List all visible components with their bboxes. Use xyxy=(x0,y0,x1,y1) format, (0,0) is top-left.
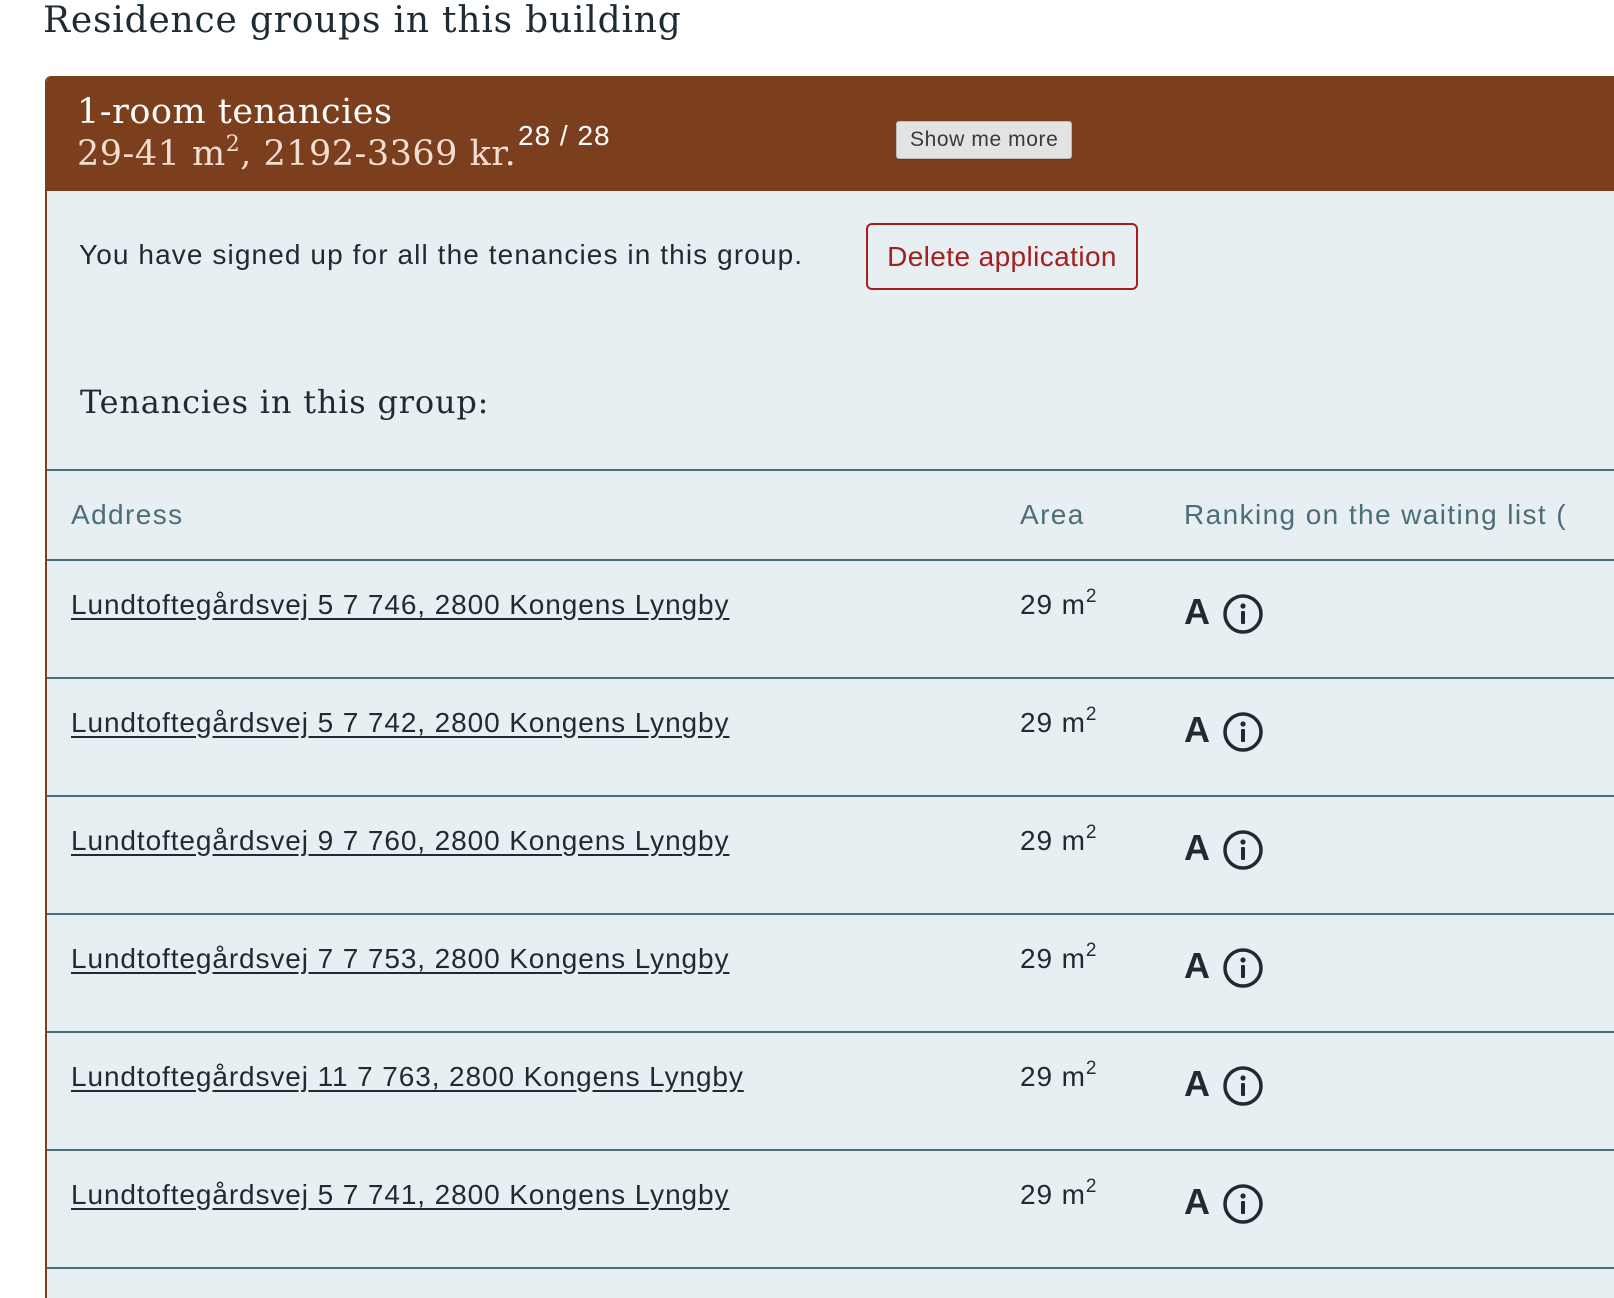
tenancy-area: 29 m2 xyxy=(1020,1058,1098,1093)
tenancy-address-link[interactable]: Lundtoftegårdsvej 5 7 741, 2800 Kongens … xyxy=(71,1179,729,1211)
tenancy-area-sup: 2 xyxy=(1085,1058,1098,1079)
ranking-value: A xyxy=(1184,709,1210,750)
tenancies-heading: Tenancies in this group: xyxy=(80,383,490,421)
tenancies-table: Address Area Ranking on the waiting list… xyxy=(47,469,1614,1269)
group-subtitle-size: 29-41 m xyxy=(77,134,226,174)
ranking-value: A xyxy=(1184,945,1210,986)
table-row: Lundtoftegårdsvej 5 7 742, 2800 Kongens … xyxy=(47,679,1614,797)
table-row: Lundtoftegårdsvej 11 7 763, 2800 Kongens… xyxy=(47,1033,1614,1151)
tenancy-area-value: 29 m xyxy=(1020,707,1086,738)
table-row: Lundtoftegårdsvej 5 7 741, 2800 Kongens … xyxy=(47,1151,1614,1269)
tenancy-area-sup: 2 xyxy=(1085,586,1098,607)
show-me-more-tooltip: Show me more xyxy=(896,121,1073,159)
group-subtitle-sup: 2 xyxy=(225,132,241,157)
group-count: 28 / 28 xyxy=(518,120,611,151)
ranking-value: A xyxy=(1184,591,1210,632)
tenancy-area-value: 29 m xyxy=(1020,825,1086,856)
tenancy-area-sup: 2 xyxy=(1085,1176,1098,1197)
signup-status-text: You have signed up for all the tenancies… xyxy=(79,239,804,270)
tenancy-address-link[interactable]: Lundtoftegårdsvej 11 7 763, 2800 Kongens… xyxy=(71,1061,744,1093)
table-row: Lundtoftegårdsvej 5 7 746, 2800 Kongens … xyxy=(47,561,1614,679)
tenancy-address-link[interactable]: Lundtoftegårdsvej 7 7 753, 2800 Kongens … xyxy=(71,943,729,975)
tenancy-address-link[interactable]: Lundtoftegårdsvej 9 7 760, 2800 Kongens … xyxy=(71,825,729,857)
ranking-value: A xyxy=(1184,1181,1210,1222)
tenancy-area-sup: 2 xyxy=(1085,822,1098,843)
tenancy-area: 29 m2 xyxy=(1020,586,1098,621)
table-row: Lundtoftegårdsvej 7 7 753, 2800 Kongens … xyxy=(47,915,1614,1033)
tenancy-area-sup: 2 xyxy=(1085,704,1098,725)
info-icon[interactable] xyxy=(1222,1183,1264,1225)
column-header-area: Area xyxy=(1020,499,1085,530)
info-icon[interactable] xyxy=(1222,593,1264,635)
info-icon[interactable] xyxy=(1222,829,1264,871)
tenancy-address-link[interactable]: Lundtoftegårdsvej 5 7 746, 2800 Kongens … xyxy=(71,589,729,621)
info-icon[interactable] xyxy=(1222,711,1264,753)
group-subtitle-price: , 2192-3369 kr. xyxy=(240,134,517,174)
tenancy-address-link[interactable]: Lundtoftegårdsvej 5 7 742, 2800 Kongens … xyxy=(71,707,729,739)
delete-application-button[interactable]: Delete application xyxy=(866,223,1138,290)
tenancy-area-sup: 2 xyxy=(1085,940,1098,961)
tenancy-area: 29 m2 xyxy=(1020,704,1098,739)
residence-group-card: 1-room tenancies 29-41 m2, 2192-3369 kr.… xyxy=(45,76,1614,1298)
column-header-ranking: Ranking on the waiting list ( xyxy=(1184,499,1567,530)
tenancy-area: 29 m2 xyxy=(1020,1176,1098,1211)
tenancy-area-value: 29 m xyxy=(1020,943,1086,974)
ranking-value: A xyxy=(1184,1063,1210,1104)
group-subtitle: 29-41 m2, 2192-3369 kr. xyxy=(77,132,517,175)
section-heading: Residence groups in this building xyxy=(43,0,682,41)
tenancy-area: 29 m2 xyxy=(1020,822,1098,857)
tenancy-area: 29 m2 xyxy=(1020,940,1098,975)
table-row: Lundtoftegårdsvej 9 7 760, 2800 Kongens … xyxy=(47,797,1614,915)
tenancy-area-value: 29 m xyxy=(1020,1179,1086,1210)
group-title: 1-room tenancies xyxy=(77,92,393,132)
info-icon[interactable] xyxy=(1222,1065,1264,1107)
table-header-row: Address Area Ranking on the waiting list… xyxy=(47,469,1614,561)
table-body: Lundtoftegårdsvej 5 7 746, 2800 Kongens … xyxy=(47,561,1614,1269)
info-icon[interactable] xyxy=(1222,947,1264,989)
tenancy-area-value: 29 m xyxy=(1020,1061,1086,1092)
group-header: 1-room tenancies 29-41 m2, 2192-3369 kr.… xyxy=(47,76,1614,191)
ranking-value: A xyxy=(1184,827,1210,868)
column-header-address: Address xyxy=(71,499,184,530)
tenancy-area-value: 29 m xyxy=(1020,589,1086,620)
